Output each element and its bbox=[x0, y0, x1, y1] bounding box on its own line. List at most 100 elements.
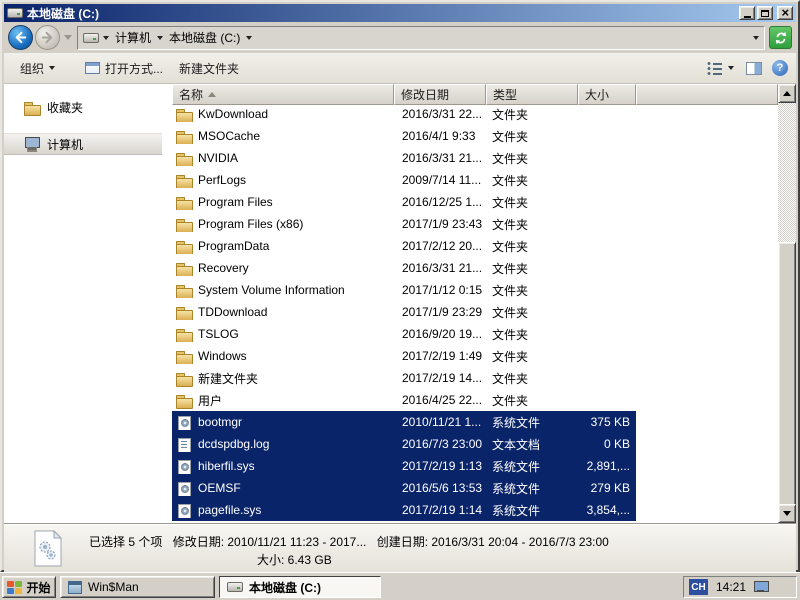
scroll-down-button[interactable] bbox=[778, 504, 796, 523]
preview-pane-button[interactable] bbox=[746, 62, 762, 75]
navigation-bar: 计算机 本地磁盘 (C:) bbox=[4, 22, 796, 53]
back-button[interactable] bbox=[8, 25, 33, 50]
file-name-cell: hiberfil.sys bbox=[172, 459, 394, 474]
sidebar-item-favorites[interactable]: 收藏夹 bbox=[4, 96, 162, 118]
file-date-modified: 2017/2/12 20... bbox=[394, 239, 486, 253]
start-button[interactable]: 开始 bbox=[2, 576, 56, 598]
file-name-cell: PerfLogs bbox=[172, 173, 394, 188]
close-button[interactable] bbox=[777, 6, 793, 20]
selection-modified-range: 修改日期: 2010/11/21 11:23 - 2017... bbox=[173, 535, 367, 549]
file-size: 2,891,... bbox=[578, 459, 636, 473]
drive-icon bbox=[7, 8, 23, 18]
clock[interactable]: 14:21 bbox=[716, 580, 746, 594]
file-row[interactable]: 新建文件夹2017/2/19 14...文件夹 bbox=[172, 367, 636, 389]
file-size: 0 KB bbox=[578, 437, 636, 451]
file-type: 系统文件 bbox=[486, 502, 578, 519]
forward-button[interactable] bbox=[35, 25, 60, 50]
file-row[interactable]: NVIDIA2016/3/31 21...文件夹 bbox=[172, 147, 636, 169]
file-row[interactable]: PerfLogs2009/7/14 11...文件夹 bbox=[172, 169, 636, 191]
taskbar-button-winsman[interactable]: Win$Man bbox=[60, 576, 215, 598]
file-row[interactable]: System Volume Information2017/1/12 0:15文… bbox=[172, 279, 636, 301]
folder-icon bbox=[176, 283, 192, 298]
scroll-up-button[interactable] bbox=[778, 84, 796, 103]
breadcrumb-chevron-icon[interactable] bbox=[157, 36, 163, 40]
file-name: bootmgr bbox=[198, 415, 242, 429]
column-header-date-modified[interactable]: 修改日期 bbox=[394, 84, 486, 105]
breadcrumb-local-disk-c[interactable]: 本地磁盘 (C:) bbox=[167, 29, 242, 46]
address-bar[interactable]: 计算机 本地磁盘 (C:) bbox=[77, 26, 765, 50]
column-header-type[interactable]: 类型 bbox=[486, 84, 578, 105]
breadcrumb-chevron-icon[interactable] bbox=[103, 36, 109, 40]
language-indicator[interactable]: CH bbox=[689, 579, 708, 595]
file-row[interactable]: MSOCache2016/4/1 9:33文件夹 bbox=[172, 125, 636, 147]
refresh-icon bbox=[774, 31, 788, 45]
file-name: TSLOG bbox=[198, 327, 239, 341]
file-row[interactable]: TSLOG2016/9/20 19...文件夹 bbox=[172, 323, 636, 345]
minimize-icon bbox=[744, 16, 751, 18]
file-row[interactable]: KwDownload2016/3/31 22...文件夹 bbox=[172, 105, 636, 125]
minimize-button[interactable] bbox=[739, 6, 755, 20]
file-row[interactable]: ProgramData2017/2/12 20...文件夹 bbox=[172, 235, 636, 257]
file-row[interactable]: TDDownload2017/1/9 23:29文件夹 bbox=[172, 301, 636, 323]
file-name: MSOCache bbox=[198, 129, 260, 143]
maximize-button[interactable] bbox=[757, 6, 773, 20]
column-header-size[interactable]: 大小 bbox=[578, 84, 636, 105]
column-size-label: 大小 bbox=[585, 86, 609, 103]
sidebar-item-computer[interactable]: 计算机 bbox=[4, 133, 162, 155]
scrollbar-thumb[interactable] bbox=[778, 242, 796, 524]
file-type: 文件夹 bbox=[486, 348, 578, 365]
file-row[interactable]: dcdspdbg.log2016/7/3 23:00文本文档0 KB bbox=[172, 433, 636, 455]
file-row[interactable]: Windows2017/2/19 1:49文件夹 bbox=[172, 345, 636, 367]
new-folder-button[interactable]: 新建文件夹 bbox=[171, 57, 247, 80]
vertical-scrollbar[interactable] bbox=[778, 84, 796, 523]
file-row[interactable]: Recovery2016/3/31 21...文件夹 bbox=[172, 257, 636, 279]
folder-icon bbox=[176, 305, 192, 320]
column-header-row: 名称 修改日期 类型 大小 bbox=[162, 84, 778, 105]
file-name-cell: Recovery bbox=[172, 261, 394, 276]
system-icon bbox=[176, 503, 192, 518]
winsman-app-icon bbox=[68, 581, 82, 594]
tray-monitor-icon[interactable] bbox=[754, 581, 768, 593]
file-type: 文件夹 bbox=[486, 392, 578, 409]
file-name-cell: 新建文件夹 bbox=[172, 370, 394, 387]
file-name-cell: Program Files bbox=[172, 195, 394, 210]
taskbar-button-local-disk-c[interactable]: 本地磁盘 (C:) bbox=[219, 576, 381, 598]
column-date-label: 修改日期 bbox=[401, 86, 449, 103]
organize-button[interactable]: 组织 bbox=[12, 57, 63, 80]
file-name-cell: OEMSF bbox=[172, 481, 394, 496]
scrollbar-track[interactable] bbox=[778, 103, 796, 504]
views-dropdown-icon bbox=[728, 66, 734, 70]
file-row[interactable]: hiberfil.sys2017/2/19 1:13系统文件2,891,... bbox=[172, 455, 636, 477]
breadcrumb-chevron-icon[interactable] bbox=[246, 36, 252, 40]
column-header-name[interactable]: 名称 bbox=[172, 84, 394, 105]
system-tray: CH 14:21 bbox=[683, 576, 797, 598]
help-button[interactable]: ? bbox=[772, 60, 788, 76]
system-icon bbox=[176, 415, 192, 430]
close-icon bbox=[781, 6, 789, 20]
file-row[interactable]: 用户2016/4/25 22...文件夹 bbox=[172, 389, 636, 411]
folder-icon bbox=[176, 173, 192, 188]
command-bar: 组织 打开方式... 新建文件夹 ? bbox=[4, 53, 796, 84]
organize-label: 组织 bbox=[20, 60, 44, 77]
breadcrumb-computer[interactable]: 计算机 bbox=[113, 29, 153, 46]
file-row[interactable]: Program Files2016/12/25 1...文件夹 bbox=[172, 191, 636, 213]
file-name: Recovery bbox=[198, 261, 249, 275]
recent-pages-dropdown-icon[interactable] bbox=[64, 35, 72, 40]
forward-arrow-icon bbox=[40, 30, 55, 45]
selection-count: 已选择 5 个项 bbox=[89, 535, 162, 549]
file-row[interactable]: OEMSF2016/5/6 13:53系统文件279 KB bbox=[172, 477, 636, 499]
address-history-dropdown-icon[interactable] bbox=[753, 36, 759, 40]
change-view-button[interactable] bbox=[705, 58, 736, 78]
open-with-button[interactable]: 打开方式... bbox=[77, 57, 171, 80]
file-date-modified: 2017/2/19 1:14 bbox=[394, 503, 486, 517]
computer-icon bbox=[24, 137, 40, 151]
file-date-modified: 2009/7/14 11... bbox=[394, 173, 486, 187]
title-bar[interactable]: 本地磁盘 (C:) bbox=[4, 4, 796, 22]
scroll-down-icon bbox=[783, 511, 791, 516]
file-row[interactable]: pagefile.sys2017/2/19 1:14系统文件3,854,... bbox=[172, 499, 636, 521]
file-name: NVIDIA bbox=[198, 151, 238, 165]
file-name: TDDownload bbox=[198, 305, 267, 319]
file-row[interactable]: Program Files (x86)2017/1/9 23:43文件夹 bbox=[172, 213, 636, 235]
refresh-button[interactable] bbox=[769, 26, 792, 49]
file-row[interactable]: bootmgr2010/11/21 1...系统文件375 KB bbox=[172, 411, 636, 433]
